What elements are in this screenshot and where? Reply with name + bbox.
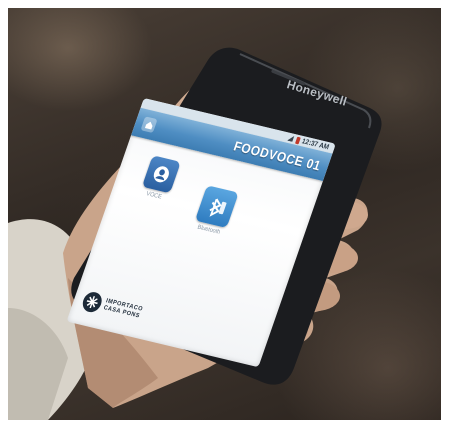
photo: Honeywell 12:37 AM FOODVOCE 01 VOCE Blue…: [8, 8, 441, 420]
bluetooth-icon: [194, 185, 239, 229]
tile-voce[interactable]: VOCE: [128, 153, 191, 205]
company-logo: IMPORTACO CASA PONS: [80, 290, 145, 323]
tile-bluetooth[interactable]: Bluetooth: [183, 183, 248, 239]
logo-text: IMPORTACO CASA PONS: [102, 298, 144, 320]
voice-icon: [141, 155, 181, 194]
signal-icon: [287, 135, 294, 142]
battery-icon: [294, 136, 301, 144]
logo-mark-icon: [80, 290, 105, 315]
